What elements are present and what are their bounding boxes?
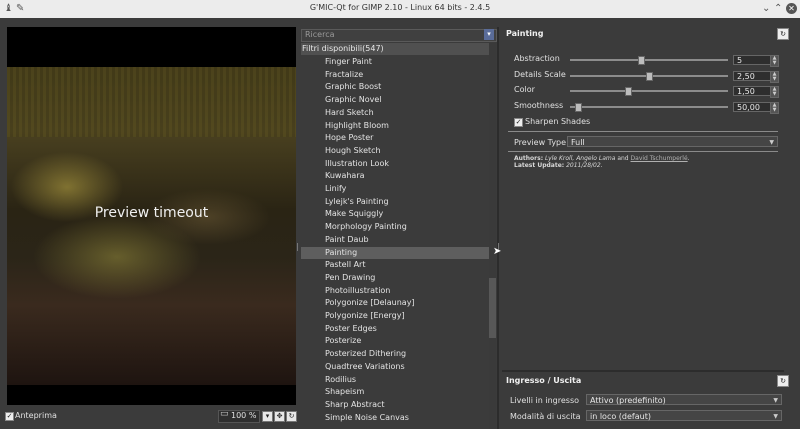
chevron-down-icon: ▼ xyxy=(769,139,774,146)
minimize-icon[interactable]: ⌄ xyxy=(762,3,770,14)
io-splitter[interactable] xyxy=(502,370,784,372)
filter-item[interactable]: Graphic Novel xyxy=(301,94,489,107)
output-mode-value: in loco (defaut) xyxy=(590,412,651,421)
io-refresh-icon[interactable]: ↻ xyxy=(777,375,789,387)
filter-item[interactable]: Posterized Dithering xyxy=(301,348,489,361)
param-label: Abstraction xyxy=(514,54,560,63)
latest-update-date: 2011/28/02. xyxy=(566,162,603,169)
sharpen-shades-label: Sharpen Shades xyxy=(525,117,591,126)
preview-area[interactable]: Preview timeout xyxy=(7,27,296,405)
filter-item[interactable]: Morphology Painting xyxy=(301,221,489,234)
filter-item[interactable]: Polygonize [Energy] xyxy=(301,310,489,323)
output-mode-select[interactable]: in loco (defaut) ▼ xyxy=(586,410,782,421)
filter-item[interactable]: Hard Sketch xyxy=(301,107,489,120)
filter-item[interactable]: Finger Paint xyxy=(301,56,489,69)
zoom-value: 100 % xyxy=(231,411,257,420)
latest-update-label: Latest Update: xyxy=(514,162,565,169)
preview-type-select[interactable]: Full ▼ xyxy=(567,136,778,147)
param-spin-buttons[interactable]: ▲ ▼ xyxy=(770,70,779,83)
param-slider-handle[interactable] xyxy=(625,87,633,96)
chevron-down-icon: ▼ xyxy=(773,413,778,420)
output-mode-label: Modalità di uscita xyxy=(510,412,581,421)
param-slider-handle[interactable] xyxy=(646,71,653,81)
input-layers-select[interactable]: Attivo (predefinito) ▼ xyxy=(586,394,782,405)
authors-names: Lyle Kroll, Angelo Lama xyxy=(545,155,616,162)
input-layers-label: Livelli in ingresso xyxy=(510,396,580,405)
filter-item[interactable]: Hough Sketch xyxy=(301,145,489,158)
filter-item[interactable]: Polygonize [Delaunay] xyxy=(301,297,489,310)
filter-item[interactable]: Lylejk's Painting xyxy=(301,196,489,209)
filter-item[interactable]: Pastell Art xyxy=(301,259,489,272)
filter-item[interactable]: Painting xyxy=(301,246,489,260)
filter-item[interactable]: Sharp Abstract xyxy=(301,399,489,412)
filter-list-scrollbar-thumb[interactable] xyxy=(489,278,496,338)
authors-info: Authors: Lyle Kroll, Angelo Lama and Dav… xyxy=(514,155,690,169)
separator xyxy=(508,151,778,152)
filter-item[interactable]: Poster Edges xyxy=(301,323,489,336)
authors-dot: . xyxy=(687,155,690,162)
filter-item[interactable]: Quadtree Variations xyxy=(301,361,489,374)
chevron-down-icon: ▼ xyxy=(773,397,778,404)
io-title: Ingresso / Uscita xyxy=(506,376,582,385)
zoom-out-icon[interactable]: ▭ xyxy=(220,409,229,419)
mouse-cursor-icon: ➤ xyxy=(493,246,502,257)
title-bar: ♝ ✎ G'MIC-Qt for GIMP 2.10 - Linux 64 bi… xyxy=(0,0,800,18)
window-title: G'MIC-Qt for GIMP 2.10 - Linux 64 bits -… xyxy=(309,3,491,12)
sharpen-shades-checkbox[interactable]: ✓ xyxy=(514,118,523,127)
param-label: Color xyxy=(514,85,535,94)
zoom-dropdown-icon[interactable]: ▾ xyxy=(262,411,273,422)
anteprima-checkbox[interactable]: ✓ xyxy=(5,412,14,421)
filter-item[interactable]: Hope Poster xyxy=(301,132,489,145)
search-placeholder: Ricerca xyxy=(305,30,335,39)
authors-link[interactable]: David Tschumperlé xyxy=(631,155,688,162)
filter-item[interactable]: Simple Noise Canvas xyxy=(301,412,489,425)
filter-item[interactable]: Highlight Bloom xyxy=(301,120,489,133)
param-slider-handle[interactable] xyxy=(638,56,646,65)
preview-type-value: Full xyxy=(571,138,585,147)
filter-item[interactable]: Linify xyxy=(301,183,489,196)
splitter-handle-left[interactable] xyxy=(297,243,298,251)
filter-title: Painting xyxy=(506,29,544,38)
filter-item[interactable]: Shapeism xyxy=(301,386,489,399)
filter-list-header[interactable]: Filtri disponibili(547) xyxy=(301,43,489,55)
filter-list-scrollbar[interactable] xyxy=(489,43,496,429)
param-spin-buttons[interactable]: ▲ ▼ xyxy=(770,86,779,98)
filter-item[interactable]: Illustration Look xyxy=(301,158,489,171)
param-label: Details Scale xyxy=(514,69,566,79)
filter-item[interactable]: Pen Drawing xyxy=(301,272,489,285)
filter-item[interactable]: Graphic Boost xyxy=(301,81,489,94)
param-slider-handle[interactable] xyxy=(574,102,582,112)
anteprima-label: Anteprima xyxy=(15,411,57,420)
filter-item[interactable]: Kuwahara xyxy=(301,170,489,183)
preview-image-wall xyxy=(7,67,296,137)
param-spin-buttons[interactable]: ▲ ▼ xyxy=(770,55,779,67)
param-label: Smoothness xyxy=(514,100,564,110)
maximize-icon[interactable]: ⌃ xyxy=(774,3,782,14)
filter-list[interactable]: Filtri disponibili(547) Finger Paint Frac… xyxy=(301,43,489,429)
preview-type-label: Preview Type xyxy=(514,138,567,147)
preview-timeout-message: Preview timeout xyxy=(94,205,209,221)
filter-item[interactable]: Fractalize xyxy=(301,69,489,82)
separator xyxy=(508,131,778,132)
param-spin-buttons[interactable]: ▲ ▼ xyxy=(770,101,779,114)
filter-item[interactable]: Make Squiggly xyxy=(301,208,489,221)
close-icon[interactable]: ✕ xyxy=(786,3,797,14)
filter-item[interactable]: Photoillustration xyxy=(301,285,489,298)
zoom-fit-icon[interactable]: ✥ xyxy=(274,411,285,422)
panel-splitter[interactable] xyxy=(497,27,499,429)
authors-and: and xyxy=(617,155,629,162)
filter-item[interactable]: Rodilius xyxy=(301,374,489,387)
input-layers-value: Attivo (predefinito) xyxy=(590,396,666,405)
filter-item[interactable]: Posterize xyxy=(301,335,489,348)
params-refresh-icon[interactable]: ↻ xyxy=(777,28,789,40)
search-options-icon[interactable]: ▾ xyxy=(484,29,494,40)
authors-prefix: Authors: xyxy=(514,155,544,162)
zoom-reset-icon[interactable]: ↻ xyxy=(286,411,297,422)
param-slider-track[interactable] xyxy=(570,59,728,61)
param-slider-track[interactable] xyxy=(570,105,728,108)
filter-item[interactable]: Paint Daub xyxy=(301,234,489,247)
param-slider-track[interactable] xyxy=(570,90,728,92)
